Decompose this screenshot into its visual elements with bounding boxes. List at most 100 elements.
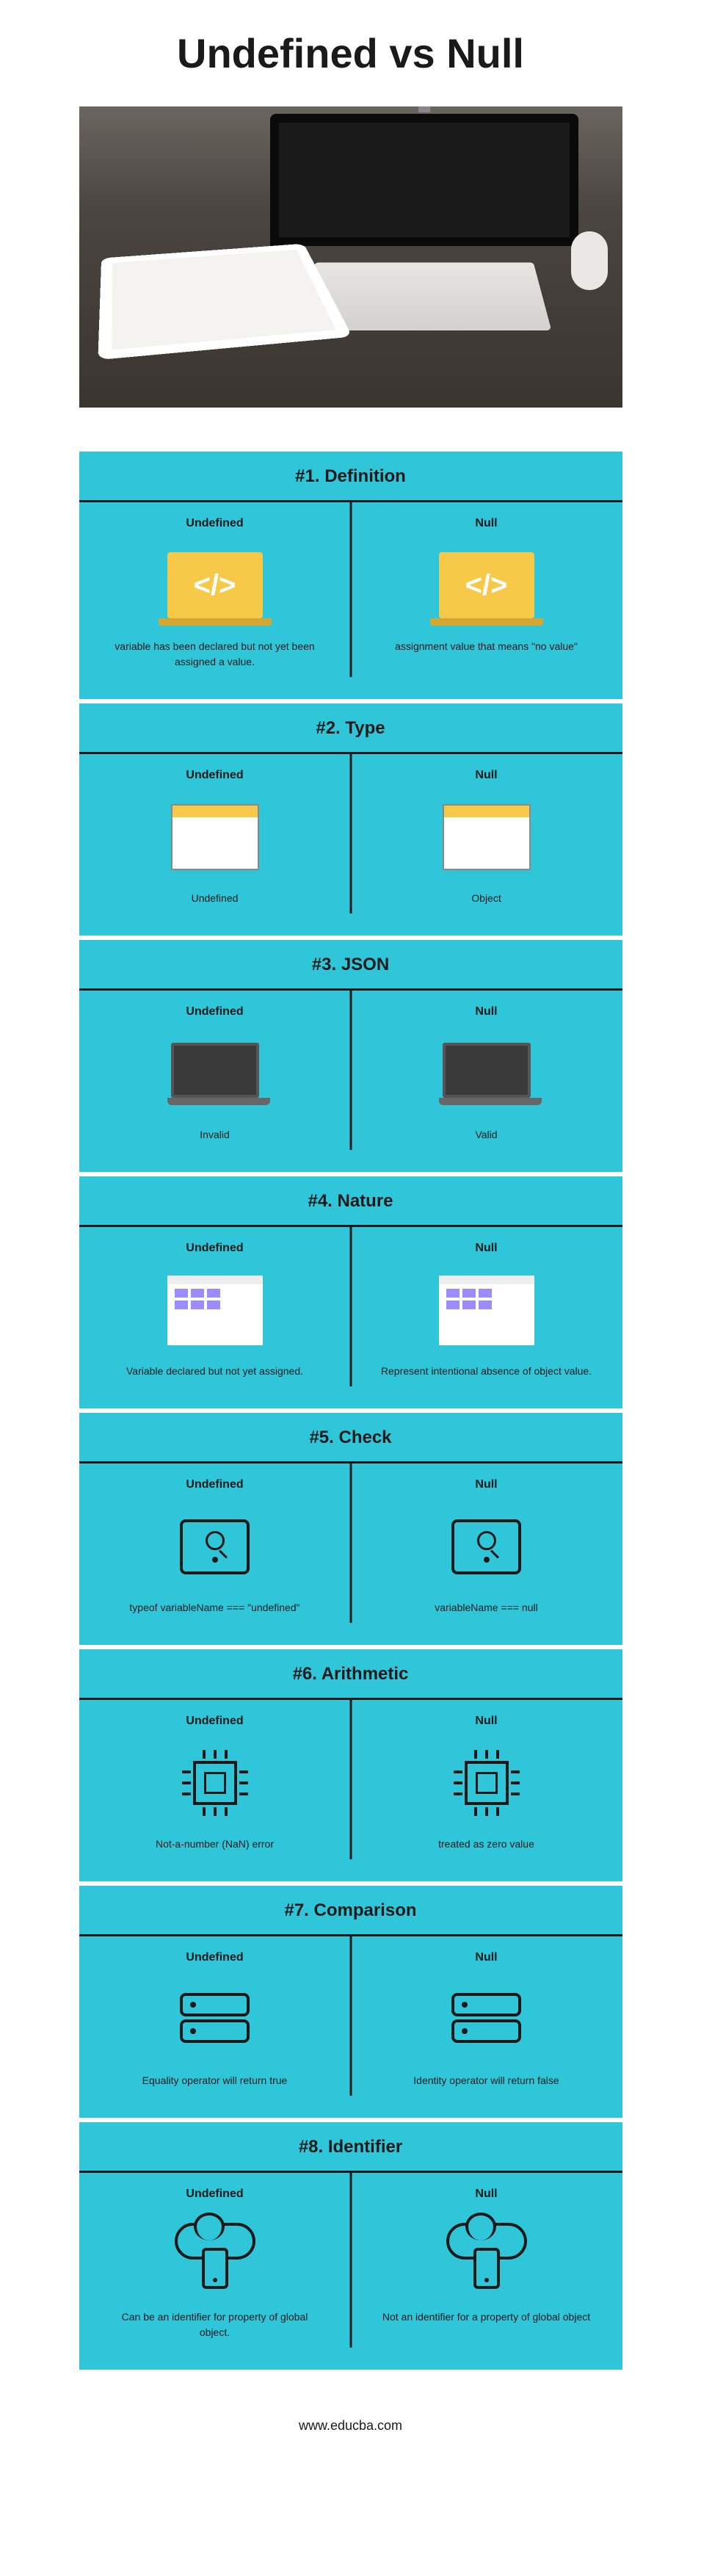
column-null: Null Valid <box>351 991 622 1150</box>
column-header-left: Undefined <box>101 1478 329 1491</box>
columns-wrap: Undefined Not-a-number (NaN) error Null … <box>79 1700 622 1859</box>
hero-image <box>79 106 622 408</box>
column-null: Null Object <box>351 754 622 913</box>
column-null: Null </> assignment value that means "no… <box>351 502 622 677</box>
columns-wrap: Undefined Undefined Null Object <box>79 754 622 913</box>
icon-wrap-right <box>373 1506 600 1587</box>
icon-wrap-left: </> <box>101 545 329 626</box>
column-header-left: Undefined <box>101 1005 329 1019</box>
icon-wrap-right <box>373 2215 600 2296</box>
section-title: #2. Type <box>79 703 622 754</box>
icon-wrap-left <box>101 1743 329 1823</box>
cloud-phone-icon <box>175 2223 255 2289</box>
icon-wrap-right: </> <box>373 545 600 626</box>
column-desc-right: Object <box>373 891 600 906</box>
section-title: #1. Definition <box>79 452 622 502</box>
column-null: Null Not an identifier for a property of… <box>351 2173 622 2348</box>
column-desc-right: Represent intentional absence of object … <box>373 1364 600 1379</box>
column-header-right: Null <box>373 769 600 782</box>
column-header-left: Undefined <box>101 2188 329 2201</box>
column-header-right: Null <box>373 1242 600 1255</box>
comparison-block-6: #6. Arithmetic Undefined Not-a-number (N… <box>79 1649 622 1881</box>
column-undefined: Undefined </> variable has been declared… <box>79 502 351 677</box>
section-title: #4. Nature <box>79 1176 622 1227</box>
section-title: #5. Check <box>79 1413 622 1464</box>
column-header-right: Null <box>373 1715 600 1728</box>
column-null: Null treated as zero value <box>351 1700 622 1859</box>
section-title: #6. Arithmetic <box>79 1649 622 1700</box>
laptop-dark-icon <box>439 1043 534 1105</box>
column-desc-left: Not-a-number (NaN) error <box>101 1837 329 1852</box>
column-desc-left: variable has been declared but not yet b… <box>101 639 329 670</box>
column-header-right: Null <box>373 2188 600 2201</box>
section-title: #8. Identifier <box>79 2122 622 2173</box>
column-null: Null variableName === null <box>351 1464 622 1623</box>
columns-wrap: Undefined typeof variableName === "undef… <box>79 1464 622 1623</box>
column-desc-left: Invalid <box>101 1127 329 1143</box>
column-desc-left: Variable declared but not yet assigned. <box>101 1364 329 1379</box>
mouse-illustration <box>571 231 608 290</box>
comparison-block-8: #8. Identifier Undefined Can be an ident… <box>79 2122 622 2370</box>
column-null: Null Represent intentional absence of ob… <box>351 1227 622 1386</box>
column-desc-left: Can be an identifier for property of glo… <box>101 2309 329 2340</box>
column-desc-right: treated as zero value <box>373 1837 600 1852</box>
columns-wrap: Undefined Equality operator will return … <box>79 1936 622 2096</box>
column-header-left: Undefined <box>101 1242 329 1255</box>
column-header-right: Null <box>373 1478 600 1491</box>
browser-window-icon <box>443 804 531 870</box>
cpu-icon <box>454 1750 520 1816</box>
server-stack-icon <box>180 1993 250 2046</box>
column-header-left: Undefined <box>101 769 329 782</box>
page-title: Undefined vs Null <box>177 29 524 77</box>
column-undefined: Undefined Variable declared but not yet … <box>79 1227 351 1386</box>
icon-wrap-right <box>373 797 600 878</box>
columns-wrap: Undefined Can be an identifier for prope… <box>79 2173 622 2348</box>
code-glyph: </> <box>194 569 236 602</box>
column-null: Null Identity operator will return false <box>351 1936 622 2096</box>
column-header-left: Undefined <box>101 1715 329 1728</box>
column-desc-right: Identity operator will return false <box>373 2073 600 2088</box>
column-undefined: Undefined Undefined <box>79 754 351 913</box>
comparison-block-2: #2. Type Undefined Undefined Null Object <box>79 703 622 936</box>
column-undefined: Undefined Invalid <box>79 991 351 1150</box>
column-desc-left: Equality operator will return true <box>101 2073 329 2088</box>
server-stack-icon <box>451 1993 521 2046</box>
icon-wrap-left <box>101 1979 329 2060</box>
laptop-dark-icon <box>167 1043 263 1105</box>
browser-grid-icon <box>439 1276 534 1345</box>
comparison-block-4: #4. Nature Undefined Variable declared b… <box>79 1176 622 1408</box>
section-title: #7. Comparison <box>79 1886 622 1936</box>
column-desc-right: assignment value that means "no value" <box>373 639 600 654</box>
column-header-right: Null <box>373 1951 600 1964</box>
scanner-icon <box>451 1519 521 1574</box>
icon-wrap-right <box>373 1979 600 2060</box>
laptop-code-icon: </> <box>167 552 263 618</box>
cloud-phone-icon <box>446 2223 527 2289</box>
columns-wrap: Undefined Invalid Null Valid <box>79 991 622 1150</box>
column-desc-right: Valid <box>373 1127 600 1143</box>
comparison-block-1: #1. Definition Undefined </> variable ha… <box>79 452 622 699</box>
column-undefined: Undefined Not-a-number (NaN) error <box>79 1700 351 1859</box>
tablet-illustration <box>98 244 352 360</box>
icon-wrap-right <box>373 1270 600 1350</box>
column-header-left: Undefined <box>101 1951 329 1964</box>
page-container: Undefined vs Null #1. Definition Undefin… <box>0 0 701 2456</box>
column-header-left: Undefined <box>101 517 329 530</box>
icon-wrap-left <box>101 1506 329 1587</box>
footer-url: www.educba.com <box>299 2418 402 2434</box>
browser-window-icon <box>171 804 259 870</box>
icon-wrap-left <box>101 1033 329 1114</box>
column-undefined: Undefined Can be an identifier for prope… <box>79 2173 351 2348</box>
icon-wrap-left <box>101 2215 329 2296</box>
code-glyph: </> <box>465 569 508 602</box>
column-desc-left: typeof variableName === "undefined" <box>101 1600 329 1616</box>
comparison-block-7: #7. Comparison Undefined Equality operat… <box>79 1886 622 2118</box>
column-desc-right: Not an identifier for a property of glob… <box>373 2309 600 2325</box>
icon-wrap-left <box>101 797 329 878</box>
column-desc-right: variableName === null <box>373 1600 600 1616</box>
columns-wrap: Undefined </> variable has been declared… <box>79 502 622 677</box>
column-undefined: Undefined Equality operator will return … <box>79 1936 351 2096</box>
section-title: #3. JSON <box>79 940 622 991</box>
column-header-right: Null <box>373 517 600 530</box>
sections-container: #1. Definition Undefined </> variable ha… <box>79 452 622 2374</box>
